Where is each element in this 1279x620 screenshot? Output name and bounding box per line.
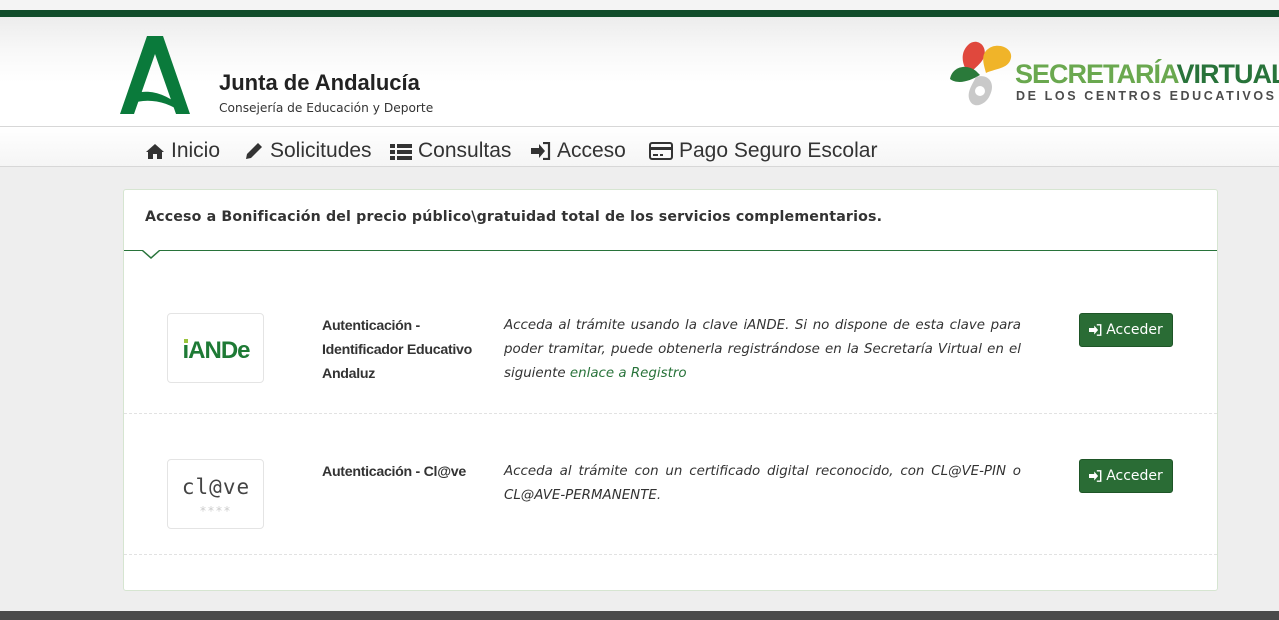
acceder-button-clave[interactable]: Acceder bbox=[1079, 459, 1173, 493]
register-link[interactable]: enlace a Registro bbox=[570, 366, 687, 381]
list-icon bbox=[390, 143, 412, 160]
iande-logo-graphic: iANDe bbox=[182, 337, 251, 364]
sign-in-icon bbox=[1089, 470, 1102, 482]
nav-inicio-label: Inicio bbox=[171, 139, 221, 162]
method-description: Acceda al trámite con un certificado dig… bbox=[504, 464, 1021, 503]
pencil-icon bbox=[246, 143, 262, 159]
clave-logo-stars: **** bbox=[200, 504, 232, 518]
org-title: Junta de Andalucía bbox=[219, 70, 420, 95]
app-title-part2: VIRTUAL bbox=[1176, 59, 1279, 89]
credit-card-icon bbox=[649, 142, 673, 160]
top-brand-bar bbox=[0, 10, 1279, 17]
app-title: SECRETARÍAVIRTUAL bbox=[1015, 59, 1279, 90]
main-nav: Inicio Solicitudes Consultas Acceso Pago… bbox=[0, 127, 1279, 167]
clave-logo-text: cl@ve bbox=[182, 475, 250, 499]
method-description: Acceda al trámite usando la clave iANDE.… bbox=[504, 314, 1021, 386]
sign-in-icon bbox=[531, 142, 551, 160]
iande-logo: iANDe bbox=[167, 313, 264, 383]
iande-logo-text: iANDe bbox=[182, 337, 250, 364]
acceder-label: Acceder bbox=[1106, 322, 1163, 338]
nav-solicitudes[interactable]: Solicitudes bbox=[244, 138, 372, 164]
nav-consultas-label: Consultas bbox=[418, 139, 512, 162]
app-subtitle: DE LOS CENTROS EDUCATIVOS bbox=[1016, 89, 1277, 103]
org-subtitle: Consejería de Educación y Deporte bbox=[219, 101, 434, 115]
nav-pago-seguro-escolar[interactable]: Pago Seguro Escolar bbox=[649, 138, 877, 164]
auth-row-iande: iANDe Autenticación - Identificador Educ… bbox=[124, 252, 1217, 414]
clave-logo-graphic: cl@ve **** bbox=[182, 475, 250, 518]
auth-row-clave: cl@ve **** Autenticación - Cl@ve Acceda … bbox=[124, 414, 1217, 555]
nav-acceso[interactable]: Acceso bbox=[531, 138, 626, 164]
home-icon bbox=[146, 143, 164, 159]
access-panel: Acceso a Bonificación del precio público… bbox=[123, 189, 1218, 591]
panel-header: Acceso a Bonificación del precio público… bbox=[124, 190, 1217, 251]
nav-inicio[interactable]: Inicio bbox=[145, 138, 220, 164]
junta-andalucia-logo[interactable] bbox=[120, 36, 190, 114]
nav-acceso-label: Acceso bbox=[557, 139, 626, 162]
nav-pago-label: Pago Seguro Escolar bbox=[679, 139, 878, 162]
method-title: Autenticación - Cl@ve bbox=[322, 464, 466, 480]
sign-in-icon bbox=[1089, 324, 1102, 336]
panel-title: Acceso a Bonificación del precio público… bbox=[145, 209, 883, 225]
acceder-button-iande[interactable]: Acceder bbox=[1079, 313, 1173, 347]
acceder-label: Acceder bbox=[1106, 468, 1163, 484]
nav-consultas[interactable]: Consultas bbox=[390, 138, 511, 164]
app-title-part1: SECRETARÍA bbox=[1015, 59, 1178, 89]
footer-bar bbox=[0, 611, 1279, 620]
clave-logo: cl@ve **** bbox=[167, 459, 264, 529]
nav-solicitudes-label: Solicitudes bbox=[270, 139, 372, 162]
secretaria-virtual-logo[interactable] bbox=[948, 39, 1016, 111]
method-title: Autenticación - Identificador Educativo … bbox=[322, 318, 472, 382]
site-header: Junta de Andalucía Consejería de Educaci… bbox=[0, 17, 1279, 127]
top-strip bbox=[0, 0, 1279, 10]
